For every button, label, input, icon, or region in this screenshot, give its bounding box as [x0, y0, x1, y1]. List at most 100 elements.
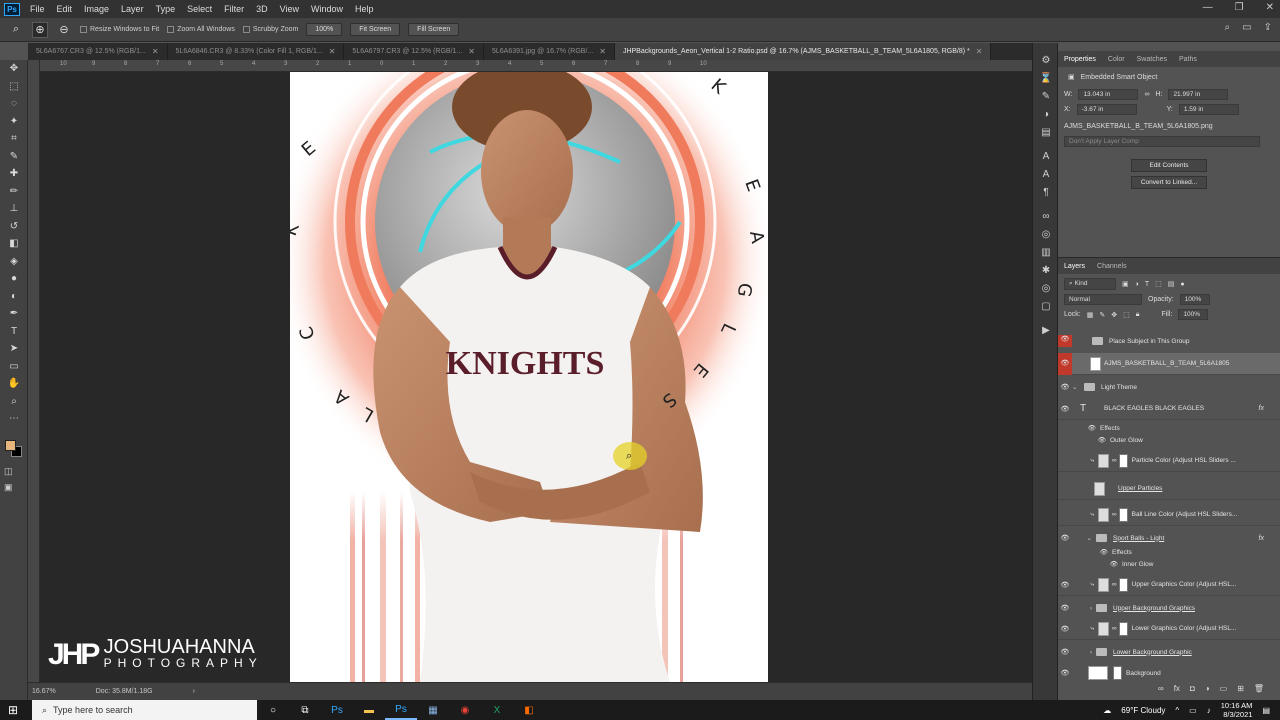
visibility-eye-icon[interactable]: 👁︎: [1058, 424, 1100, 432]
tray-chevron-icon[interactable]: ^: [1175, 706, 1179, 715]
character-panel-icon[interactable]: A: [1033, 147, 1059, 165]
pen-tool-icon[interactable]: ✒: [0, 305, 28, 323]
resize-windows-checkbox[interactable]: Resize Windows to Fit: [80, 26, 159, 33]
delete-layer-icon[interactable]: 🗑︎: [1254, 684, 1264, 693]
layer-group-row[interactable]: 👁︎ › Upper Background Graphics: [1058, 602, 1280, 614]
filter-toggle-icon[interactable]: ●: [1180, 281, 1184, 288]
chrome-icon[interactable]: ◉: [449, 700, 481, 720]
tab-channels[interactable]: Channels: [1097, 263, 1127, 270]
zoom-tool-icon[interactable]: ⌕: [0, 393, 28, 411]
minimize-icon[interactable]: —: [1203, 2, 1213, 13]
app-icon[interactable]: ◧: [513, 700, 545, 720]
marquee-tool-icon[interactable]: ⬚: [0, 78, 28, 96]
filter-smart-object-icon[interactable]: ▤: [1168, 280, 1175, 288]
layer-row[interactable]: 👁︎ ⤷ ∞ Upper Graphics Color (Adjust HSL.…: [1058, 574, 1280, 596]
windows-start-icon[interactable]: ⊞: [8, 703, 18, 717]
blend-mode-select[interactable]: Normal: [1064, 294, 1142, 305]
tab-swatches[interactable]: Swatches: [1137, 56, 1167, 63]
visibility-eye-icon[interactable]: 👁︎: [1058, 669, 1072, 677]
layer-row[interactable]: 👁︎ ⤷ ∞ Particle Color (Adjust HSL Slider…: [1058, 450, 1280, 472]
menu-file[interactable]: File: [24, 4, 51, 14]
calculator-icon[interactable]: ▦: [417, 700, 449, 720]
y-field[interactable]: 1.59 in: [1178, 104, 1239, 115]
visibility-eye-icon[interactable]: 👁︎: [1058, 436, 1110, 444]
move-tool-icon[interactable]: ✥: [0, 60, 28, 78]
tab-document-3[interactable]: 5L6A6797.CR3 @ 12.5% (RGB/1... ✕: [344, 43, 484, 60]
menu-window[interactable]: Window: [305, 4, 349, 14]
layer-comps-icon[interactable]: ▥: [1033, 243, 1059, 261]
add-style-icon[interactable]: fx: [1174, 684, 1180, 693]
brush-panel-icon[interactable]: ✎: [1033, 87, 1059, 105]
visibility-eye-icon[interactable]: 👁︎: [1058, 534, 1072, 542]
close-tab-icon[interactable]: ✕: [468, 47, 475, 56]
lock-image-icon[interactable]: ✎: [1099, 311, 1105, 319]
task-view-icon[interactable]: ⧉: [289, 700, 321, 720]
expand-chevron-icon[interactable]: ⌄: [1072, 534, 1096, 542]
new-adjustment-icon[interactable]: ◑: [1205, 684, 1210, 693]
filter-shape-icon[interactable]: ⬚: [1155, 280, 1162, 288]
tab-document-2[interactable]: 5L6A6846.CR3 @ 8.33% (Color Fill 1, RGB/…: [168, 43, 345, 60]
crop-tool-icon[interactable]: ⌗: [0, 130, 28, 148]
fit-screen-button[interactable]: Fit Screen: [350, 23, 401, 36]
layer-comp-select[interactable]: Don't Apply Layer Comp: [1064, 136, 1260, 147]
fx-badge[interactable]: fx: [1259, 535, 1264, 542]
lock-transparent-icon[interactable]: ▦: [1087, 311, 1094, 319]
visibility-eye-icon[interactable]: 👁︎: [1058, 511, 1072, 519]
add-mask-icon[interactable]: ◘: [1190, 684, 1195, 693]
navigator-panel-icon[interactable]: ◎: [1033, 225, 1059, 243]
tab-color[interactable]: Color: [1108, 56, 1125, 63]
new-layer-icon[interactable]: ⊞: [1237, 684, 1244, 693]
menu-edit[interactable]: Edit: [51, 4, 79, 14]
dodge-tool-icon[interactable]: ◐: [0, 288, 28, 306]
menu-3d[interactable]: 3D: [250, 4, 274, 14]
hand-tool-icon[interactable]: ✋: [0, 375, 28, 393]
menu-help[interactable]: Help: [349, 4, 380, 14]
fx-badge[interactable]: fx: [1259, 405, 1264, 412]
height-field[interactable]: 21.997 in: [1168, 89, 1229, 100]
clone-stamp-tool-icon[interactable]: ⊥: [0, 200, 28, 218]
cortana-icon[interactable]: ○: [257, 700, 289, 720]
fill-field[interactable]: 100%: [1178, 309, 1209, 320]
volume-icon[interactable]: ♪: [1207, 706, 1211, 715]
actions-panel-icon[interactable]: ▢: [1033, 297, 1059, 315]
more-tools-icon[interactable]: ⋯: [0, 410, 28, 428]
menu-layer[interactable]: Layer: [115, 4, 150, 14]
layer-row[interactable]: 👁︎ Upper Particles: [1058, 478, 1280, 500]
search-icon[interactable]: ⌕: [1225, 22, 1231, 33]
tab-document-4[interactable]: 5L6A6391.jpg @ 16.7% (RGB/... ✕: [484, 43, 615, 60]
weather-icon[interactable]: ☁: [1103, 706, 1111, 715]
layer-group-row[interactable]: 👁︎ ⌄ Sport Balls - Light fx: [1058, 532, 1280, 544]
convert-to-linked-button[interactable]: Convert to Linked...: [1131, 176, 1207, 189]
filter-adjustment-icon[interactable]: ◑: [1135, 281, 1139, 288]
layer-row[interactable]: 👁︎ Place Subject in This Group: [1058, 335, 1280, 347]
healing-brush-tool-icon[interactable]: ✚: [0, 165, 28, 183]
paragraph-panel-icon[interactable]: ¶: [1033, 183, 1059, 201]
eyedropper-tool-icon[interactable]: ✎: [0, 148, 28, 166]
weather-text[interactable]: 69°F Cloudy: [1121, 706, 1165, 715]
foreground-color-swatch[interactable]: [5, 440, 16, 451]
menu-type[interactable]: Type: [150, 4, 182, 14]
visibility-eye-icon[interactable]: 👁︎: [1058, 648, 1072, 656]
tab-paths[interactable]: Paths: [1179, 56, 1197, 63]
history-panel-icon[interactable]: ⌛: [1033, 69, 1059, 87]
workspace-icon[interactable]: ▭: [1242, 22, 1251, 33]
clock[interactable]: 10:16 AM 8/3/2021: [1221, 701, 1253, 719]
visibility-eye-icon[interactable]: 👁︎: [1058, 485, 1072, 493]
menu-image[interactable]: Image: [78, 4, 115, 14]
screen-mode-icon[interactable]: ▣: [4, 482, 13, 493]
zoom-all-windows-checkbox[interactable]: Zoom All Windows: [167, 26, 235, 33]
tab-document-1[interactable]: 5L6A6767.CR3 @ 12.5% (RGB/1... ✕: [28, 43, 168, 60]
lock-artboard-icon[interactable]: ⬚: [1123, 311, 1130, 319]
type-tool-icon[interactable]: T: [0, 323, 28, 341]
zoom-out-icon[interactable]: ⊖: [56, 22, 72, 38]
link-layers-icon[interactable]: ∞: [1158, 684, 1164, 693]
expand-chevron-icon[interactable]: ›: [1072, 649, 1096, 656]
timeline-panel-icon[interactable]: ◎: [1033, 279, 1059, 297]
file-explorer-icon[interactable]: ▬: [353, 700, 385, 720]
menu-select[interactable]: Select: [181, 4, 218, 14]
network-icon[interactable]: ▭: [1189, 706, 1197, 715]
share-icon[interactable]: ⇪: [1264, 22, 1272, 33]
lasso-tool-icon[interactable]: ◌: [0, 95, 28, 113]
libraries-panel-icon[interactable]: ▤: [1033, 123, 1059, 141]
fill-screen-button[interactable]: Fill Screen: [408, 23, 460, 36]
